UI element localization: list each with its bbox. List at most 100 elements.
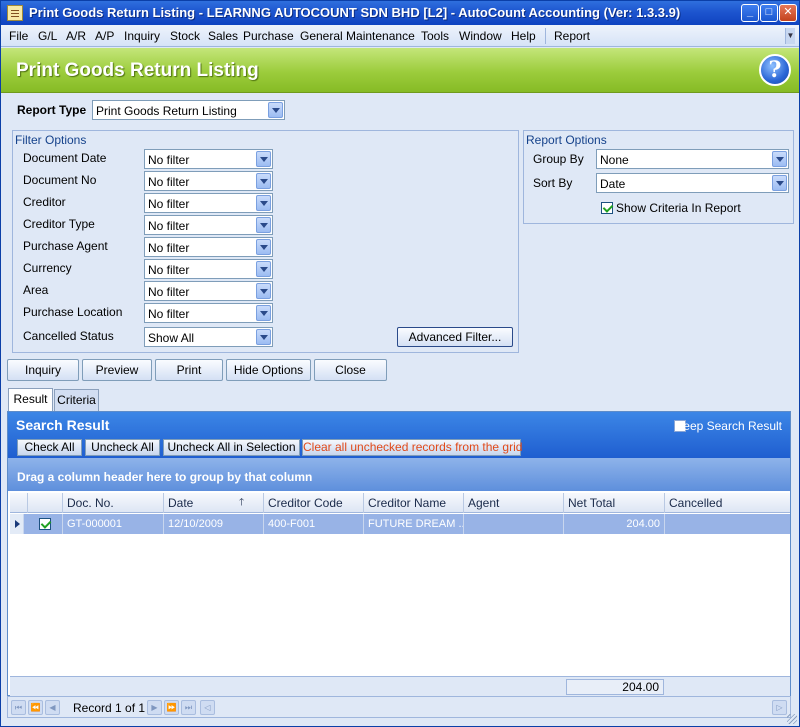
menu-separator [545, 28, 546, 44]
filter-value: No filter [148, 263, 190, 277]
close-window-button[interactable]: ✕ [779, 4, 797, 22]
row-indicator-icon [10, 514, 24, 534]
filter-label-area: Area [23, 283, 49, 297]
chevron-down-icon[interactable] [256, 305, 271, 321]
filter-value: No filter [148, 241, 190, 255]
col-creditor-code[interactable]: Creditor Code [264, 493, 364, 513]
row-checkbox[interactable] [39, 518, 51, 530]
grid-footer: 204.00 [10, 676, 790, 696]
show-criteria-checkbox[interactable] [601, 202, 613, 214]
purchase-agent-filter[interactable]: No filter [144, 237, 273, 257]
document-date-filter[interactable]: No filter [144, 149, 273, 169]
previous-page-icon[interactable]: ⏪ [28, 700, 43, 715]
menu-report[interactable]: Report [554, 29, 590, 43]
creditor-filter[interactable]: No filter [144, 193, 273, 213]
col-creditor-name[interactable]: Creditor Name [364, 493, 464, 513]
col-agent[interactable]: Agent [464, 493, 564, 513]
check-all-button[interactable]: Check All [17, 439, 82, 456]
menu-gl[interactable]: G/L [38, 29, 57, 43]
hide-options-button[interactable]: Hide Options [226, 359, 311, 381]
chevron-down-icon[interactable] [256, 217, 271, 233]
area-filter[interactable]: No filter [144, 281, 273, 301]
chevron-down-icon[interactable] [256, 173, 271, 189]
currency-filter[interactable]: No filter [144, 259, 273, 279]
col-date[interactable]: Date [164, 493, 264, 513]
resize-grip-icon[interactable] [787, 714, 797, 724]
chevron-down-icon[interactable]: ▼ [785, 28, 795, 44]
menu-ar[interactable]: A/R [66, 29, 86, 43]
menu-stock[interactable]: Stock [170, 29, 200, 43]
menu-sales[interactable]: Sales [208, 29, 238, 43]
search-result-panel: Search Result Keep Search Result Check A… [7, 411, 791, 696]
chevron-down-icon[interactable] [256, 239, 271, 255]
sort-by-select[interactable]: Date [596, 173, 789, 193]
next-page-icon[interactable]: ⏩ [164, 700, 179, 715]
report-type-value: Print Goods Return Listing [96, 104, 237, 118]
footer-net-total: 204.00 [566, 679, 664, 695]
maximize-button[interactable]: □ [760, 4, 778, 22]
tab-result[interactable]: Result [8, 388, 53, 412]
col-cancelled[interactable]: Cancelled [665, 493, 790, 513]
report-type-select[interactable]: Print Goods Return Listing [92, 100, 285, 120]
uncheck-all-button[interactable]: Uncheck All [85, 439, 160, 456]
search-result-bar: Search Result Keep Search Result Check A… [8, 412, 790, 458]
menu-file[interactable]: File [9, 29, 28, 43]
group-by-select[interactable]: None [596, 149, 789, 169]
group-by-label: Group By [533, 152, 584, 166]
table-row[interactable]: GT-000001 12/10/2009 400-F001 FUTURE DRE… [10, 514, 790, 534]
menu-help[interactable]: Help [511, 29, 536, 43]
last-page-icon[interactable]: ⏭ [181, 700, 196, 715]
document-no-filter[interactable]: No filter [144, 171, 273, 191]
minimize-button[interactable]: _ [741, 4, 759, 22]
inquiry-button[interactable]: Inquiry [7, 359, 79, 381]
next-record-icon[interactable]: ▶ [147, 700, 162, 715]
purchase-location-filter[interactable]: No filter [144, 303, 273, 323]
row-check-cell[interactable] [28, 514, 63, 534]
col-net-total[interactable]: Net Total [564, 493, 665, 513]
advanced-filter-button[interactable]: Advanced Filter... [397, 327, 513, 347]
group-by-panel[interactable]: Drag a column header here to group by th… [8, 458, 790, 491]
scroll-right-icon[interactable]: ▷ [772, 700, 787, 715]
chevron-down-icon[interactable] [256, 151, 271, 167]
filter-value: Show All [148, 331, 195, 345]
chevron-down-icon[interactable] [268, 102, 283, 118]
chevron-down-icon[interactable] [256, 283, 271, 299]
scroll-left-icon[interactable]: ◁ [200, 700, 215, 715]
menu-purchase[interactable]: Purchase [243, 29, 294, 43]
filter-value: No filter [148, 197, 190, 211]
first-page-icon[interactable]: ⏮ [11, 700, 26, 715]
chevron-down-icon[interactable] [772, 151, 787, 167]
keep-search-result-label: Keep Search Result [675, 419, 782, 433]
filter-value: No filter [148, 219, 190, 233]
previous-record-icon[interactable]: ◀ [45, 700, 60, 715]
preview-button[interactable]: Preview [82, 359, 152, 381]
menu-ap[interactable]: A/P [95, 29, 114, 43]
chevron-down-icon[interactable] [772, 175, 787, 191]
cancelled-status-filter[interactable]: Show All [144, 327, 273, 347]
menu-inquiry[interactable]: Inquiry [124, 29, 160, 43]
chevron-down-icon[interactable] [256, 329, 271, 345]
search-result-title: Search Result [16, 417, 110, 433]
record-navigator: ⏮ ⏪ ◀ Record 1 of 1 ▶ ⏩ ⏭ ◁ ▷ [7, 696, 791, 718]
help-icon[interactable]: ? [759, 54, 791, 86]
menu-general-maintenance[interactable]: General Maintenance [300, 29, 415, 43]
report-type-label: Report Type [17, 103, 87, 117]
print-button[interactable]: Print [155, 359, 223, 381]
close-button[interactable]: Close [314, 359, 387, 381]
header-check[interactable] [28, 493, 63, 513]
menu-bar: File G/L A/R A/P Inquiry Stock Sales Pur… [1, 25, 799, 47]
clear-unchecked-button[interactable]: Clear all unchecked records from the gri… [302, 439, 522, 456]
uncheck-selection-button[interactable]: Uncheck All in Selection [163, 439, 300, 456]
app-window: Print Goods Return Listing - LEARNNG AUT… [0, 0, 800, 727]
filter-label-creditor: Creditor [23, 195, 66, 209]
menu-tools[interactable]: Tools [421, 29, 449, 43]
chevron-down-icon[interactable] [256, 195, 271, 211]
tab-criteria[interactable]: Criteria [54, 389, 99, 411]
col-doc-no[interactable]: Doc. No. [63, 493, 164, 513]
title-bar: Print Goods Return Listing - LEARNNG AUT… [1, 1, 799, 25]
grid-header: Doc. No. Date 🡑 Creditor Code Creditor N… [10, 493, 790, 513]
creditor-type-filter[interactable]: No filter [144, 215, 273, 235]
chevron-down-icon[interactable] [256, 261, 271, 277]
menu-window[interactable]: Window [459, 29, 502, 43]
cell-doc-no: GT-000001 [63, 514, 164, 534]
